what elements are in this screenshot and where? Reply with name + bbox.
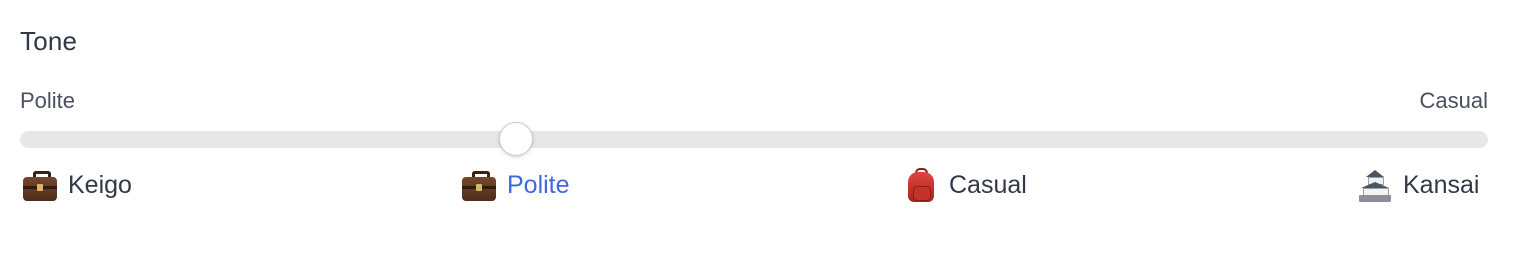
- tone-selector: Tone Polite Casual Keigo Polite Casual K…: [20, 0, 1488, 270]
- briefcase-icon: [461, 167, 497, 203]
- tone-option-label: Polite: [507, 170, 570, 199]
- castle-icon: [1357, 167, 1393, 203]
- slider-max-label: Casual: [1419, 88, 1488, 113]
- backpack-icon: [903, 167, 939, 203]
- tone-option-keigo[interactable]: Keigo: [22, 166, 132, 204]
- tone-option-kansai[interactable]: Kansai: [1357, 166, 1479, 204]
- tone-option-label: Casual: [949, 170, 1027, 199]
- tone-option-label: Kansai: [1403, 170, 1480, 199]
- tone-option-polite[interactable]: Polite: [461, 166, 570, 204]
- tone-title: Tone: [20, 26, 78, 56]
- tone-option-casual[interactable]: Casual: [903, 166, 1027, 204]
- briefcase-icon: [22, 167, 58, 203]
- tone-slider-track[interactable]: [20, 131, 1488, 148]
- slider-min-label: Polite: [20, 88, 76, 113]
- tone-option-label: Keigo: [68, 170, 132, 199]
- tone-slider-thumb[interactable]: [499, 122, 533, 156]
